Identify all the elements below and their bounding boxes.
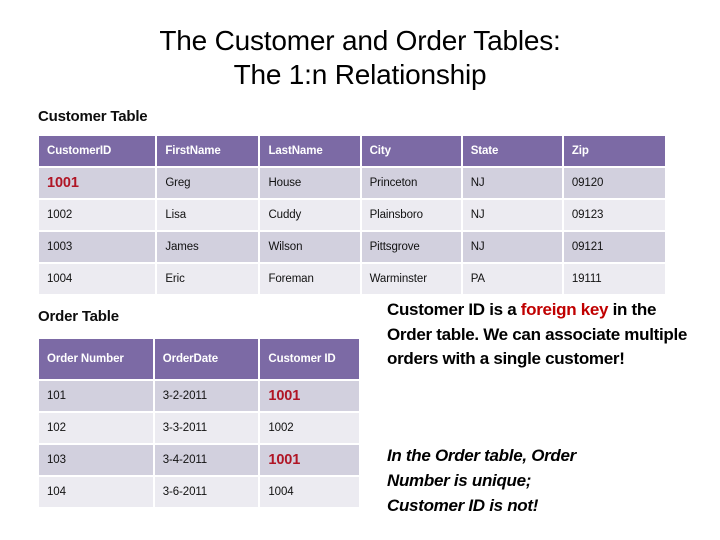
table-row: 102 3-3-2011 1002 — [39, 413, 359, 443]
cell-lastname: House — [260, 168, 360, 198]
cell-city: Warminster — [361, 264, 461, 294]
cell-ordernumber: 103 — [39, 445, 153, 475]
cell-zip: 09123 — [563, 200, 665, 230]
cell-ordernumber: 104 — [39, 477, 153, 507]
page-title: The Customer and Order Tables: The 1:n R… — [0, 24, 720, 92]
table-row: 1001 Greg House Princeton NJ 09120 — [39, 168, 665, 198]
column-header-customerid: Customer ID — [260, 339, 359, 379]
cell-city: Pittsgrove — [361, 232, 461, 262]
foreign-key-note-part1: Customer ID is a — [387, 300, 521, 319]
unique-note: In the Order table, Order Number is uniq… — [387, 443, 702, 518]
unique-note-line-2: Number is unique; — [387, 471, 532, 490]
order-table: Order Number OrderDate Customer ID 101 3… — [37, 337, 361, 509]
cell-value-customerid: 1001 — [268, 387, 301, 404]
foreign-key-note-keyword: foreign key — [520, 300, 609, 319]
unique-note-line-1: In the Order table, Order — [387, 446, 576, 465]
cell-firstname: Eric — [157, 264, 259, 294]
column-header-zip: Zip — [563, 136, 665, 166]
cell-state: NJ — [462, 200, 562, 230]
cell-customerid: 1004 — [39, 264, 156, 294]
unique-note-line-3: Customer ID is not! — [387, 496, 539, 515]
cell-firstname: Greg — [157, 168, 259, 198]
customer-table-header-row: CustomerID FirstName LastName City State… — [39, 136, 665, 166]
column-header-customerid: CustomerID — [39, 136, 156, 166]
cell-orderdate: 3-3-2011 — [154, 413, 259, 443]
table-row: 1004 Eric Foreman Warminster PA 19111 — [39, 264, 665, 294]
cell-ordernumber: 101 — [39, 381, 153, 411]
page-title-line-1: The Customer and Order Tables: — [159, 25, 561, 56]
column-header-firstname: FirstName — [157, 136, 259, 166]
cell-value-customerid: 1001 — [268, 451, 301, 468]
column-header-state: State — [462, 136, 562, 166]
column-header-city: City — [361, 136, 461, 166]
cell-firstname: Lisa — [157, 200, 259, 230]
table-row: 103 3-4-2011 1001 — [39, 445, 359, 475]
cell-lastname: Foreman — [260, 264, 360, 294]
cell-customerid: 1004 — [260, 477, 359, 507]
customer-table-caption: Customer Table — [38, 108, 148, 125]
cell-lastname: Wilson — [260, 232, 360, 262]
cell-orderdate: 3-2-2011 — [154, 381, 259, 411]
column-header-orderdate: OrderDate — [154, 339, 259, 379]
cell-zip: 19111 — [563, 264, 665, 294]
foreign-key-note: Customer ID is a foreign key in the Orde… — [387, 298, 702, 372]
page-title-line-2: The 1:n Relationship — [233, 59, 487, 90]
cell-customerid: 1001 — [260, 445, 359, 475]
cell-customerid: 1002 — [260, 413, 359, 443]
cell-value-customerid: 1001 — [47, 174, 79, 191]
cell-customerid: 1003 — [39, 232, 156, 262]
order-table-caption: Order Table — [38, 308, 119, 325]
order-table-header-row: Order Number OrderDate Customer ID — [39, 339, 359, 379]
cell-city: Princeton — [361, 168, 461, 198]
column-header-lastname: LastName — [260, 136, 360, 166]
table-row: 101 3-2-2011 1001 — [39, 381, 359, 411]
cell-ordernumber: 102 — [39, 413, 153, 443]
cell-state: NJ — [462, 232, 562, 262]
cell-customerid: 1002 — [39, 200, 156, 230]
cell-city: Plainsboro — [361, 200, 461, 230]
cell-orderdate: 3-6-2011 — [154, 477, 259, 507]
customer-table: CustomerID FirstName LastName City State… — [37, 134, 667, 296]
table-row: 104 3-6-2011 1004 — [39, 477, 359, 507]
cell-orderdate: 3-4-2011 — [154, 445, 259, 475]
cell-firstname: James — [157, 232, 259, 262]
cell-state: NJ — [462, 168, 562, 198]
column-header-ordernumber: Order Number — [39, 339, 153, 379]
table-row: 1002 Lisa Cuddy Plainsboro NJ 09123 — [39, 200, 665, 230]
cell-zip: 09121 — [563, 232, 665, 262]
cell-customerid: 1001 — [39, 168, 156, 198]
cell-state: PA — [462, 264, 562, 294]
cell-zip: 09120 — [563, 168, 665, 198]
cell-customerid: 1001 — [260, 381, 359, 411]
cell-lastname: Cuddy — [260, 200, 360, 230]
table-row: 1003 James Wilson Pittsgrove NJ 09121 — [39, 232, 665, 262]
